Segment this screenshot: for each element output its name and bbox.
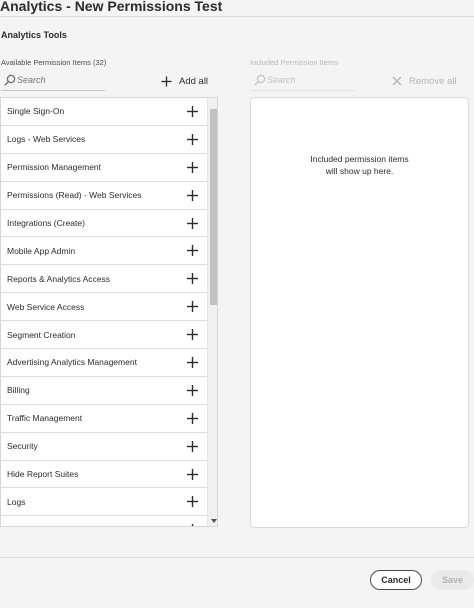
list-item-label: Permission Management <box>7 162 102 173</box>
title-divider <box>0 16 474 17</box>
add-item-plus-icon[interactable] <box>187 301 198 313</box>
included-items-panel: Included permission items will show up h… <box>250 97 469 528</box>
available-items-panel: Single Sign-On Logs - Web Services Permiss… <box>0 97 218 527</box>
empty-state-message: Included permission items will show up h… <box>251 153 468 177</box>
list-item[interactable]: Prof... <box>1 516 207 527</box>
list-item-label: Mobile App Admin <box>7 245 76 256</box>
list-item[interactable]: Segment Creation <box>1 321 207 350</box>
list-item-label: Billing <box>7 385 30 396</box>
add-item-plus-icon[interactable] <box>187 189 198 201</box>
list-item-label: Reports & Analytics Access <box>7 273 110 284</box>
add-item-plus-icon[interactable] <box>187 524 198 527</box>
add-item-plus-icon[interactable] <box>187 329 198 341</box>
available-search-field <box>1 70 105 91</box>
section-title: Analytics Tools <box>1 30 67 40</box>
empty-state-line-2: will show up here. <box>325 166 394 176</box>
add-item-plus-icon[interactable] <box>187 273 198 285</box>
footer-divider <box>0 557 474 558</box>
list-item[interactable]: Permissions (Read) - Web Services <box>1 182 207 210</box>
remove-all-label: Remove all <box>409 75 457 87</box>
list-item[interactable]: Advertising Analytics Management <box>1 349 207 377</box>
plus-icon <box>161 76 172 86</box>
list-item-label: Hide Report Suites <box>7 469 79 480</box>
scroll-down-arrow-icon[interactable] <box>211 519 217 523</box>
list-item-label: Logs <box>7 496 26 507</box>
list-item[interactable]: Web Service Access <box>1 293 207 322</box>
list-item-label: Integrations (Create) <box>7 218 85 228</box>
add-item-plus-icon[interactable] <box>187 412 198 424</box>
add-item-plus-icon[interactable] <box>187 161 198 173</box>
available-search-input[interactable] <box>17 73 101 87</box>
save-button[interactable]: Save <box>431 570 474 590</box>
list-item[interactable]: Billing <box>1 377 207 405</box>
list-item-label: Security <box>7 441 38 452</box>
add-item-plus-icon[interactable] <box>187 217 198 229</box>
search-icon <box>254 74 266 86</box>
list-item-label: Permissions (Read) - Web Services <box>7 190 142 201</box>
list-item-label: Single Sign-On <box>7 106 65 117</box>
list-item[interactable]: Hide Report Suites <box>1 461 207 489</box>
add-item-plus-icon[interactable] <box>187 357 198 369</box>
scrollbar-thumb[interactable] <box>210 109 217 305</box>
list-item-label: Prof... <box>7 525 30 526</box>
included-search-field <box>251 70 355 91</box>
list-item-label: Advertising Analytics Management <box>7 357 137 368</box>
page-title: Analytics - New Permissions Test <box>0 0 223 14</box>
list-item[interactable]: Single Sign-On <box>1 98 207 126</box>
list-item[interactable]: Traffic Management <box>1 405 207 433</box>
add-item-plus-icon[interactable] <box>187 245 198 257</box>
list-item-label: Web Service Access <box>7 301 85 312</box>
add-item-plus-icon[interactable] <box>187 106 198 117</box>
included-items-label: Included Permission Items <box>250 58 338 67</box>
search-icon <box>4 74 16 86</box>
add-item-plus-icon[interactable] <box>187 496 198 508</box>
list-item[interactable]: Security <box>1 433 207 461</box>
list-item[interactable]: Mobile App Admin <box>1 237 207 266</box>
add-all-button[interactable]: Add all <box>161 74 208 88</box>
list-item[interactable]: Logs <box>1 488 207 517</box>
available-items-label: Available Permission Items (32) <box>1 58 107 67</box>
add-item-plus-icon[interactable] <box>187 440 198 452</box>
list-item-label: Logs - Web Services <box>7 134 86 145</box>
add-item-plus-icon[interactable] <box>187 468 198 480</box>
included-search-input[interactable] <box>267 73 351 87</box>
list-item[interactable]: Permission Management <box>1 154 207 182</box>
available-items-list: Single Sign-On Logs - Web Services Permiss… <box>1 98 207 527</box>
list-item-label: Traffic Management <box>7 413 83 424</box>
remove-all-button[interactable]: Remove all <box>392 74 457 88</box>
list-scrollbar[interactable] <box>207 98 217 526</box>
cancel-button[interactable]: Cancel <box>370 570 422 590</box>
add-item-plus-icon[interactable] <box>187 384 198 396</box>
list-item-label: Segment Creation <box>7 329 76 340</box>
list-item[interactable]: Logs - Web Services <box>1 126 207 154</box>
list-item[interactable]: Integrations (Create) <box>1 210 207 238</box>
empty-state-line-1: Included permission items <box>310 154 409 164</box>
close-icon <box>392 76 402 86</box>
add-item-plus-icon[interactable] <box>187 133 198 145</box>
add-all-label: Add all <box>179 75 209 87</box>
list-item[interactable]: Reports & Analytics Access <box>1 265 207 294</box>
